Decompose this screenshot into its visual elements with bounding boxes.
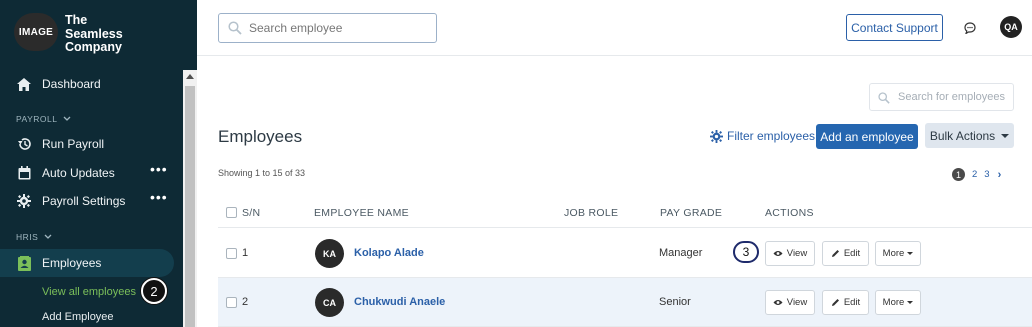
pagination: 1 2 3 › (952, 168, 1001, 181)
search-for-employees-box[interactable] (869, 83, 1014, 111)
column-header-employee-name: EMPLOYEE NAME (314, 207, 409, 219)
edit-button[interactable]: Edit (822, 241, 869, 266)
sidebar-item-label: Auto Updates (42, 166, 115, 180)
add-employee-button[interactable]: Add an employee (816, 124, 918, 149)
scrollbar-thumb[interactable] (185, 86, 195, 327)
sidebar-item-employees[interactable]: Employees (0, 249, 174, 277)
brand: IMAGE The Seamless Company (0, 0, 197, 66)
pay-grade: Senior (659, 296, 691, 308)
column-header-job-role: JOB ROLE (564, 207, 619, 219)
sidebar-item-auto-updates[interactable]: Auto Updates ••• (0, 159, 175, 187)
sidebar-item-label: Payroll Settings (42, 194, 126, 208)
company-name: The Seamless Company (65, 13, 123, 54)
chevron-down-icon (44, 234, 52, 239)
search-icon (228, 21, 242, 40)
row-checkbox[interactable] (226, 297, 237, 308)
page-3-button[interactable]: 3 (984, 169, 989, 180)
view-button[interactable]: View (765, 241, 815, 266)
employee-search-input[interactable] (249, 21, 429, 35)
more-options-icon[interactable]: ••• (150, 189, 168, 205)
caret-down-icon (907, 252, 914, 255)
pay-grade: Manager (659, 247, 703, 259)
employee-search-box[interactable] (218, 13, 437, 43)
section-hris[interactable]: HRIS (16, 232, 52, 242)
contact-card-icon (16, 255, 32, 271)
more-options-icon[interactable]: ••• (150, 161, 168, 177)
contact-support-button[interactable]: Contact Support (846, 14, 943, 41)
employee-avatar: CA (315, 288, 344, 317)
filter-employees-label: Filter employees (727, 129, 816, 143)
row-serial-number: 1 (242, 247, 249, 259)
gear-icon (16, 193, 32, 209)
company-logo[interactable]: IMAGE (14, 13, 58, 51)
filter-employees-button[interactable]: Filter employees (710, 128, 815, 144)
page-2-button[interactable]: 2 (972, 169, 977, 180)
sidebar-scrollbar[interactable] (183, 70, 197, 327)
column-header-sn: S/N (242, 207, 261, 219)
section-label: PAYROLL (16, 114, 58, 124)
column-header-actions: ACTIONS (765, 207, 814, 219)
bulk-actions-button[interactable]: Bulk Actions (925, 123, 1014, 148)
next-page-icon[interactable]: › (998, 169, 1002, 181)
bulk-actions-label: Bulk Actions (929, 128, 996, 143)
eye-icon (773, 299, 783, 306)
edit-label: Edit (843, 297, 861, 308)
sidebar-subitem-view-all-employees[interactable]: View all employees (42, 286, 136, 298)
column-header-pay-grade: PAY GRADE (660, 207, 723, 219)
more-button[interactable]: More (875, 241, 921, 266)
gear-icon (710, 129, 723, 143)
section-payroll[interactable]: PAYROLL (16, 114, 71, 124)
user-avatar[interactable]: QA (1000, 16, 1022, 38)
more-label: More (882, 248, 905, 259)
table-header: S/N EMPLOYEE NAME JOB ROLE PAY GRADE ACT… (218, 198, 1032, 228)
select-all-checkbox[interactable] (226, 207, 237, 218)
scroll-up-arrow-icon[interactable] (186, 74, 194, 79)
step-marker-3: 3 (733, 241, 759, 263)
sidebar: IMAGE The Seamless Company Dashboard PAY… (0, 0, 197, 327)
step-marker-2: 2 (141, 278, 167, 304)
more-button[interactable]: More (875, 290, 921, 315)
table-row: 1 KA Kolapo Alade Manager View Edit More (218, 229, 1032, 278)
page-title: Employees (218, 127, 303, 146)
chevron-down-icon (63, 116, 71, 121)
view-button[interactable]: View (765, 290, 815, 315)
search-icon (878, 91, 890, 109)
chat-icon[interactable] (964, 21, 976, 39)
row-serial-number: 2 (242, 296, 249, 308)
row-checkbox[interactable] (226, 248, 237, 259)
caret-down-icon (1001, 133, 1010, 138)
sidebar-subitem-add-employee[interactable]: Add Employee (42, 311, 114, 323)
employee-name-link[interactable]: Kolapo Alade (354, 247, 424, 259)
more-label: More (882, 297, 905, 308)
table-row: 2 CA Chukwudi Anaele Senior View Edit Mo… (218, 278, 1032, 327)
calendar-icon (16, 165, 32, 181)
sidebar-item-label: Employees (42, 256, 102, 270)
view-label: View (786, 297, 808, 308)
view-label: View (786, 248, 808, 259)
pencil-icon (831, 249, 840, 258)
sidebar-item-dashboard[interactable]: Dashboard (0, 70, 175, 98)
caret-down-icon (907, 301, 914, 304)
sidebar-item-label: Run Payroll (42, 137, 105, 151)
edit-label: Edit (843, 248, 861, 259)
home-icon (16, 76, 32, 92)
edit-button[interactable]: Edit (822, 290, 869, 315)
eye-icon (773, 250, 783, 257)
sidebar-item-label: Dashboard (42, 77, 101, 91)
sidebar-item-run-payroll[interactable]: Run Payroll (0, 130, 175, 158)
section-label: HRIS (16, 232, 39, 242)
results-count: Showing 1 to 15 of 33 (218, 168, 306, 178)
sidebar-item-payroll-settings[interactable]: Payroll Settings ••• (0, 187, 175, 215)
employee-avatar: KA (315, 239, 344, 268)
employee-name-link[interactable]: Chukwudi Anaele (354, 296, 445, 308)
history-icon (16, 136, 32, 152)
pencil-icon (831, 298, 840, 307)
page-1-button[interactable]: 1 (952, 168, 965, 181)
search-for-employees-input[interactable] (898, 91, 1010, 103)
top-bar: Contact Support QA (197, 0, 1032, 56)
